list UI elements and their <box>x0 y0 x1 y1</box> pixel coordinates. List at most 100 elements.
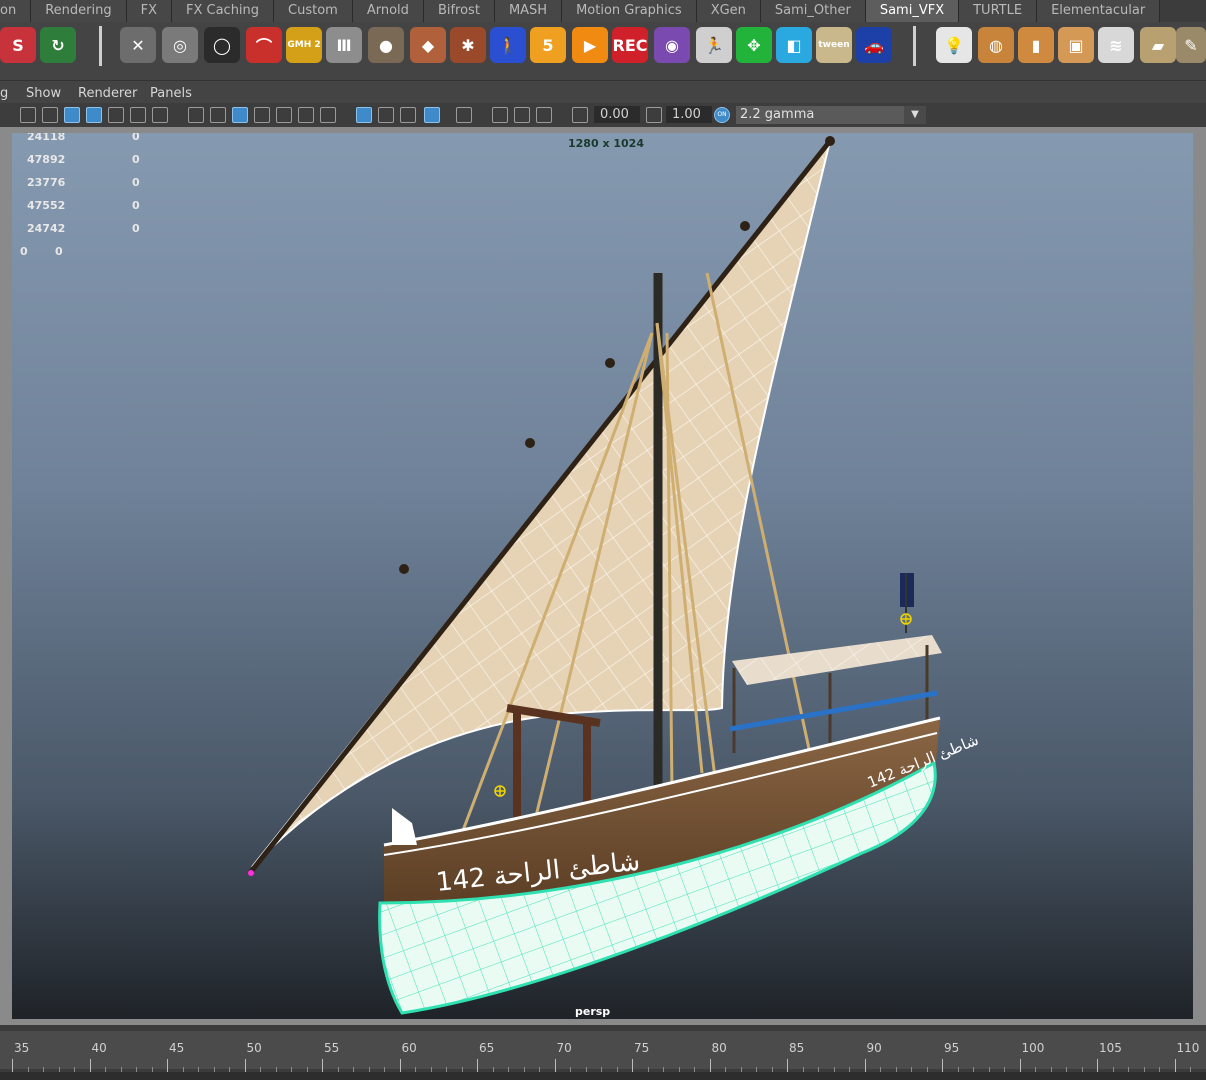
menu-lighting[interactable]: g <box>0 86 8 101</box>
view-transform-select[interactable]: 2.2 gamma ▼ <box>736 106 926 124</box>
torus-icon[interactable]: ◯ <box>204 27 240 63</box>
isolate-select-icon[interactable] <box>456 107 472 123</box>
viewport-panel[interactable]: 142 شاطئ الراحة 142 شاطئ الراحة 1280 x 1… <box>0 127 1206 1025</box>
tools-icon[interactable]: ✕ <box>120 27 156 63</box>
chevron-down-icon[interactable]: ▼ <box>904 106 926 124</box>
xray-active-icon[interactable] <box>514 107 530 123</box>
stickman-icon[interactable]: 🏃 <box>696 27 732 63</box>
paint-icon[interactable]: ▰ <box>1140 27 1176 63</box>
sphere-grid-icon[interactable]: ◍ <box>978 27 1014 63</box>
menu-panels[interactable]: Panels <box>150 86 192 101</box>
grid-icon[interactable] <box>20 107 36 123</box>
depth-of-field-icon[interactable] <box>424 107 440 123</box>
time-slider-track[interactable]: 35 40 45 50 55 60 65 70 75 80 85 90 95 100 105 110 <box>0 1031 1206 1073</box>
timeline-frame-label: 70 <box>556 1041 572 1055</box>
timeline-major-tick <box>787 1059 788 1073</box>
tab-rendering[interactable]: Rendering <box>31 0 127 22</box>
tab-custom[interactable]: Custom <box>274 0 353 22</box>
color-management-toggle-icon[interactable]: ON <box>714 107 730 123</box>
tab-fx[interactable]: FX <box>126 0 172 22</box>
tab-arnold[interactable]: Arnold <box>352 0 424 22</box>
gamma-value-field[interactable]: 1.00 <box>666 106 712 123</box>
shelf-icon-bar: S ↻ ✕ ◎ ◯ ⌒ GMH 2 Ⅲ ● ◆ ✱ 🚶 5 ▶ REC ◉ 🏃 ✥ ◧ tween 🚗 💡 ◍ ▮ ▣ ≋ ▰ ✎ <box>0 22 1206 74</box>
hud-value: 24742 <box>27 222 66 235</box>
motion-blur-icon[interactable] <box>378 107 394 123</box>
boat-model[interactable]: 142 شاطئ الراحة 142 شاطئ الراحة <box>12 133 1193 1019</box>
gamma-icon[interactable] <box>646 107 662 123</box>
tab-fx-caching[interactable]: FX Caching <box>171 0 275 22</box>
smooth-shade-icon[interactable] <box>210 107 226 123</box>
timeline-major-tick <box>864 1059 866 1073</box>
xray-icon[interactable] <box>276 107 292 123</box>
tab-sami-other[interactable]: Sami_Other <box>760 0 866 22</box>
tab-xgen[interactable]: XGen <box>696 0 761 22</box>
exposure-field[interactable]: 0.00 <box>594 106 640 123</box>
layers-icon[interactable]: ≋ <box>1098 27 1134 63</box>
view-transform-value: 2.2 gamma <box>740 107 815 122</box>
resolution-gate-label: 1280 x 1024 <box>568 137 644 150</box>
edit-icon[interactable]: ✎ <box>1176 27 1206 63</box>
menu-renderer[interactable]: Renderer <box>78 86 137 101</box>
move-arrows-icon[interactable]: ✥ <box>736 27 772 63</box>
frame-all-icon[interactable] <box>536 107 552 123</box>
refresh-icon[interactable]: ↻ <box>40 27 76 63</box>
wireframe-icon[interactable] <box>188 107 204 123</box>
shelf-separator <box>913 26 916 66</box>
timeline-frame-label: 65 <box>479 1041 495 1055</box>
column-icon[interactable]: Ⅲ <box>326 27 362 63</box>
ring-icon[interactable]: ◎ <box>162 27 198 63</box>
boomerang-icon[interactable]: ⌒ <box>246 27 282 63</box>
play-icon[interactable]: ▶ <box>572 27 608 63</box>
lightbulb-icon[interactable]: 💡 <box>936 27 972 63</box>
tab-motion-graphics[interactable]: Motion Graphics <box>562 0 697 22</box>
crate-icon[interactable]: ◆ <box>410 27 446 63</box>
tab-bifrost[interactable]: Bifrost <box>423 0 495 22</box>
shade-default-icon[interactable] <box>232 107 248 123</box>
timeline-frame-label: 80 <box>711 1041 727 1055</box>
tab-on[interactable]: on <box>0 0 32 22</box>
substance-icon[interactable]: S <box>0 27 36 63</box>
shatter-icon[interactable]: ✱ <box>450 27 486 63</box>
gmh2-icon[interactable]: GMH 2 <box>286 27 322 63</box>
timeline-frame-label: 105 <box>1099 1041 1122 1055</box>
walker-icon[interactable]: 🚶 <box>490 27 526 63</box>
brain-icon[interactable]: ◉ <box>654 27 690 63</box>
film-gate-icon[interactable] <box>42 107 58 123</box>
shadows-icon[interactable] <box>320 107 336 123</box>
panel-toolbar: 0.00 1.00 ON 2.2 gamma ▼ <box>0 103 1206 127</box>
hud-value: 0 <box>132 153 140 166</box>
menu-show[interactable]: Show <box>26 86 61 101</box>
exposure-icon[interactable] <box>572 107 588 123</box>
bone-icon[interactable]: ▮ <box>1018 27 1054 63</box>
safe-title-icon[interactable] <box>152 107 168 123</box>
shelf-separator <box>99 26 102 66</box>
use-lights-icon[interactable] <box>298 107 314 123</box>
timeline-major-tick <box>942 1059 943 1073</box>
tab-sami-vfx[interactable]: Sami_VFX <box>865 0 960 22</box>
timeline-major-tick <box>1097 1059 1098 1073</box>
safe-action-icon[interactable] <box>130 107 146 123</box>
ambient-occlusion-icon[interactable] <box>356 107 372 123</box>
five-icon[interactable]: 5 <box>530 27 566 63</box>
car-icon[interactable]: 🚗 <box>856 27 892 63</box>
tab-mash[interactable]: MASH <box>494 0 563 22</box>
resolution-gate-icon[interactable] <box>64 107 80 123</box>
wireframe-on-shaded-icon[interactable] <box>254 107 270 123</box>
hud-value: 0 <box>20 245 28 258</box>
rock-icon[interactable]: ● <box>368 27 404 63</box>
rec-icon[interactable]: REC <box>612 27 648 63</box>
range-slider-strip <box>0 1072 1206 1080</box>
field-chart-icon[interactable] <box>108 107 124 123</box>
antialias-icon[interactable] <box>400 107 416 123</box>
box-icon[interactable]: ▣ <box>1058 27 1094 63</box>
gate-mask-icon[interactable] <box>86 107 102 123</box>
viewport-canvas[interactable]: 142 شاطئ الراحة 142 شاطئ الراحة 1280 x 1… <box>12 133 1193 1019</box>
cube-blue-icon[interactable]: ◧ <box>776 27 812 63</box>
tab-turtle[interactable]: TURTLE <box>959 0 1038 22</box>
timeline-major-tick <box>632 1059 633 1073</box>
timeline-frame-label: 100 <box>1021 1041 1045 1055</box>
tab-elementacular[interactable]: Elementacular <box>1037 0 1161 22</box>
tween-icon[interactable]: tween <box>816 27 852 63</box>
xray-joints-icon[interactable] <box>492 107 508 123</box>
timeline-frame-label: 35 <box>14 1041 30 1055</box>
